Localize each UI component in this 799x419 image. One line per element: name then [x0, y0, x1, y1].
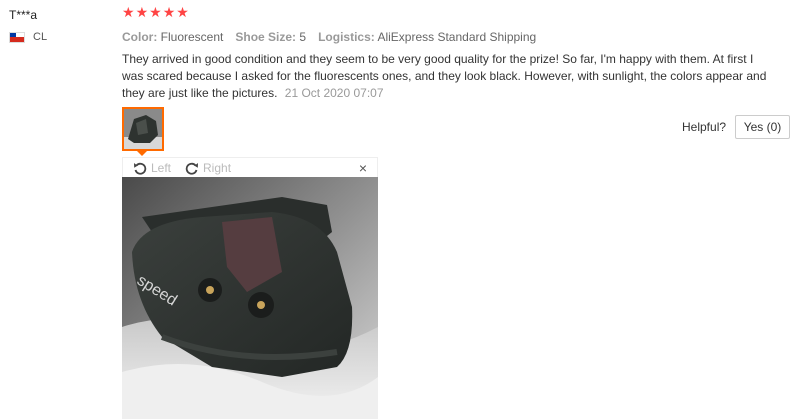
- order-meta: Color: Fluorescent Shoe Size: 5 Logistic…: [122, 30, 536, 44]
- star-icon: ★: [162, 4, 176, 20]
- image-viewer-toolbar: Left Right ×: [122, 157, 378, 177]
- review-date: 21 Oct 2020 07:07: [284, 86, 384, 100]
- meta-shoe-size: Shoe Size: 5: [235, 30, 307, 44]
- rotate-right-icon: [185, 162, 199, 175]
- helpful-label: Helpful?: [682, 120, 727, 134]
- meta-color: Color: Fluorescent: [122, 30, 224, 44]
- chile-flag-icon: [9, 31, 25, 43]
- reviewer-country: CL: [9, 31, 47, 43]
- star-icon: ★: [149, 4, 162, 20]
- review-body: They arrived in good condition and they …: [122, 51, 777, 102]
- star-icon: ★: [122, 4, 135, 20]
- meta-logistics: Logistics: AliExpress Standard Shipping: [318, 30, 537, 44]
- rotate-left-button[interactable]: Left: [133, 161, 171, 175]
- star-icon: ★: [135, 4, 149, 20]
- photo-thumbnail[interactable]: [122, 107, 164, 151]
- rotate-right-label: Right: [203, 160, 232, 175]
- star-icon: ★: [176, 4, 189, 20]
- thumbnail-pointer: [136, 150, 148, 156]
- star-rating: ★ ★ ★ ★ ★: [122, 5, 189, 19]
- rotate-right-button[interactable]: Right: [185, 161, 231, 175]
- helpful-yes-button[interactable]: Yes (0): [735, 115, 790, 139]
- close-icon[interactable]: ×: [359, 161, 367, 175]
- rotate-left-icon: [134, 162, 147, 175]
- country-code: CL: [33, 31, 48, 43]
- rotate-left-label: Left: [151, 160, 172, 175]
- review-photo: speed: [122, 177, 378, 419]
- review-text: They arrived in good condition and they …: [122, 52, 767, 100]
- reviewer-name: T***a: [9, 8, 38, 22]
